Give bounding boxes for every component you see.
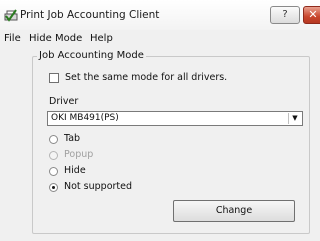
same-mode-checkbox[interactable] bbox=[49, 73, 59, 83]
print-job-accounting-window: Print Job Accounting Client ? ✕ File Hid… bbox=[0, 0, 320, 241]
printer-check-icon bbox=[4, 9, 18, 22]
group-title: Job Accounting Mode bbox=[37, 50, 146, 61]
menu-file[interactable]: File bbox=[4, 33, 21, 44]
radio-not-supported[interactable] bbox=[49, 183, 58, 192]
radio-tab[interactable] bbox=[49, 135, 58, 144]
dialog-body: Job Accounting Mode Set the same mode fo… bbox=[0, 47, 320, 241]
radio-selected-dot bbox=[52, 186, 55, 189]
driver-select[interactable]: OKI MB491(PS) ▼ bbox=[47, 111, 303, 126]
menu-help[interactable]: Help bbox=[90, 33, 113, 44]
chevron-down-icon[interactable]: ▼ bbox=[288, 113, 301, 124]
radio-not-supported-label[interactable]: Not supported bbox=[64, 181, 132, 192]
menu-hide-mode[interactable]: Hide Mode bbox=[29, 33, 82, 44]
driver-label: Driver bbox=[49, 96, 79, 107]
close-icon: ✕ bbox=[308, 8, 318, 21]
same-mode-checkbox-label[interactable]: Set the same mode for all drivers. bbox=[65, 72, 227, 83]
radio-hide-label[interactable]: Hide bbox=[64, 165, 86, 176]
help-button[interactable]: ? bbox=[270, 6, 300, 24]
driver-select-value: OKI MB491(PS) bbox=[51, 113, 119, 123]
radio-popup bbox=[49, 151, 58, 160]
window-title: Print Job Accounting Client bbox=[20, 9, 160, 21]
radio-tab-label[interactable]: Tab bbox=[64, 133, 80, 144]
title-bar[interactable]: Print Job Accounting Client ? ✕ bbox=[0, 0, 320, 30]
menu-bar: File Hide Mode Help bbox=[0, 31, 320, 47]
close-button[interactable]: ✕ bbox=[303, 6, 320, 24]
change-button[interactable]: Change bbox=[173, 200, 295, 222]
radio-popup-label: Popup bbox=[64, 149, 94, 160]
radio-hide[interactable] bbox=[49, 167, 58, 176]
